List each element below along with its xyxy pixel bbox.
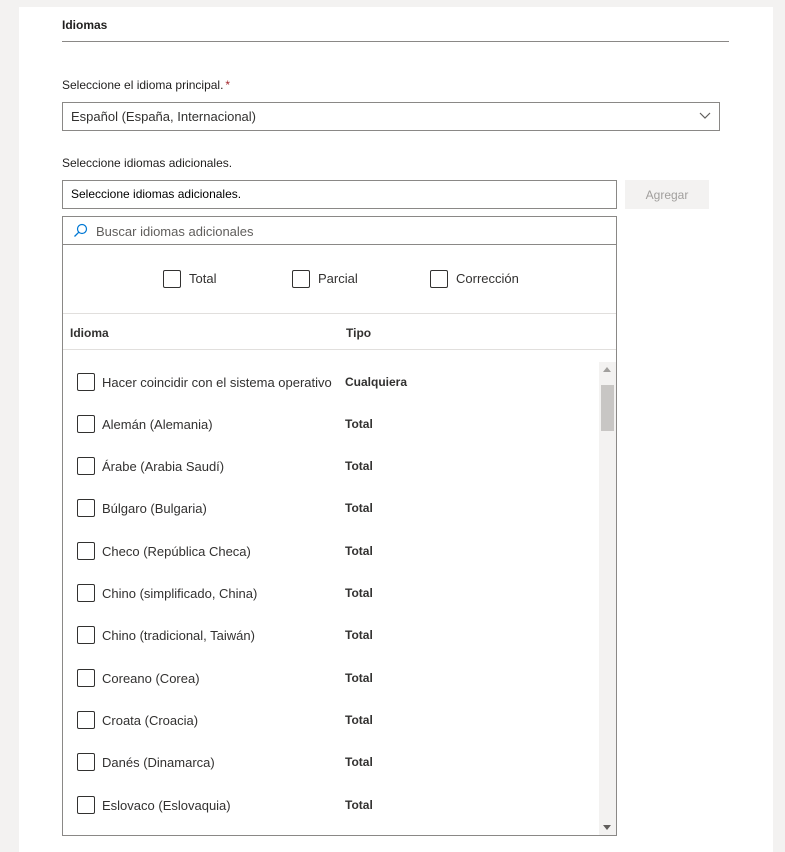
section-divider — [62, 41, 729, 42]
filter-correction-checkbox[interactable] — [430, 270, 448, 288]
languages-panel: Idiomas Seleccione el idioma principal. *… — [19, 7, 773, 852]
language-type: Total — [345, 501, 373, 515]
row-checkbox[interactable] — [77, 626, 95, 644]
scroll-thumb[interactable] — [601, 385, 614, 431]
table-row[interactable]: Alemán (Alemania) Total — [63, 408, 599, 438]
row-checkbox[interactable] — [77, 542, 95, 560]
row-checkbox[interactable] — [77, 753, 95, 771]
scroll-down-arrow-icon[interactable] — [603, 825, 611, 830]
row-checkbox[interactable] — [77, 796, 95, 814]
row-checkbox[interactable] — [77, 415, 95, 433]
primary-language-dropdown[interactable]: Español (España, Internacional) — [62, 102, 720, 131]
language-name: Búlgaro (Bulgaria) — [102, 501, 207, 516]
row-checkbox[interactable] — [77, 584, 95, 602]
primary-language-label: Seleccione el idioma principal. * — [62, 78, 230, 92]
primary-language-value: Español (España, Internacional) — [71, 109, 257, 124]
chevron-down-icon — [699, 112, 711, 119]
filter-total-checkbox[interactable] — [163, 270, 181, 288]
table-row[interactable]: Checo (República Checa) Total — [63, 535, 599, 565]
language-type: Total — [345, 459, 373, 473]
row-checkbox[interactable] — [77, 669, 95, 687]
language-name: Coreano (Corea) — [102, 671, 200, 686]
language-name: Hacer coincidir con el sistema operativo — [102, 375, 332, 390]
column-header-language[interactable]: Idioma — [70, 326, 109, 340]
table-row[interactable]: Croata (Croacia) Total — [63, 704, 599, 734]
filter-total-label: Total — [189, 271, 217, 286]
table-row[interactable]: Árabe (Arabia Saudí) Total — [63, 450, 599, 480]
language-name: Croata (Croacia) — [102, 713, 199, 728]
primary-language-label-text: Seleccione el idioma principal. — [62, 78, 224, 92]
filter-partial-label: Parcial — [318, 271, 358, 286]
table-row[interactable]: Chino (simplificado, China) Total — [63, 577, 599, 607]
language-type: Total — [345, 417, 373, 431]
type-filters: Total Parcial Corrección — [63, 245, 616, 314]
row-checkbox[interactable] — [77, 457, 95, 475]
language-type: Total — [345, 586, 373, 600]
additional-languages-input-value: Seleccione idiomas adicionales. — [71, 187, 242, 201]
scroll-up-arrow-icon[interactable] — [603, 367, 611, 372]
language-type: Total — [345, 755, 373, 769]
language-picker: Buscar idiomas adicionales Total Parcial… — [62, 216, 617, 836]
row-checkbox[interactable] — [77, 499, 95, 517]
language-name: Alemán (Alemania) — [102, 417, 213, 432]
language-name: Chino (tradicional, Taiwán) — [102, 628, 255, 643]
filter-partial-checkbox[interactable] — [292, 270, 310, 288]
language-type: Cualquiera — [345, 375, 408, 389]
language-type: Total — [345, 671, 373, 685]
language-type: Total — [345, 544, 373, 558]
table-row[interactable]: Búlgaro (Bulgaria) Total — [63, 492, 599, 522]
language-name: Danés (Dinamarca) — [102, 755, 215, 770]
language-type: Total — [345, 713, 373, 727]
table-row[interactable]: Eslovaco (Eslovaquia) Total — [63, 789, 599, 819]
table-row[interactable]: Chino (tradicional, Taiwán) Total — [63, 619, 599, 649]
search-input[interactable]: Buscar idiomas adicionales — [63, 217, 616, 245]
table-row[interactable]: Danés (Dinamarca) Total — [63, 746, 599, 776]
language-type: Total — [345, 628, 373, 642]
table-row[interactable]: Coreano (Corea) Total — [63, 662, 599, 692]
language-name: Chino (simplificado, China) — [102, 586, 258, 601]
language-name: Checo (República Checa) — [102, 544, 251, 559]
table-row[interactable]: Hacer coincidir con el sistema operativo… — [63, 366, 599, 396]
section-title: Idiomas — [62, 18, 108, 32]
add-button[interactable]: Agregar — [625, 180, 709, 209]
required-mark: * — [225, 78, 231, 92]
language-name: Eslovaco (Eslovaquia) — [102, 798, 231, 813]
filter-correction-label: Corrección — [456, 271, 519, 286]
additional-languages-input[interactable]: Seleccione idiomas adicionales. — [62, 180, 617, 209]
language-name: Árabe (Arabia Saudí) — [102, 459, 225, 474]
table-header: Idioma Tipo — [63, 314, 616, 350]
column-header-type[interactable]: Tipo — [346, 326, 371, 340]
row-checkbox[interactable] — [77, 711, 95, 729]
language-type: Total — [345, 798, 373, 812]
search-placeholder: Buscar idiomas adicionales — [96, 224, 254, 239]
row-checkbox[interactable] — [77, 373, 95, 391]
additional-languages-label: Seleccione idiomas adicionales. — [62, 156, 233, 170]
search-icon — [74, 223, 88, 237]
list-scrollbar[interactable] — [599, 362, 616, 835]
language-list: Hacer coincidir con el sistema operativo… — [63, 350, 599, 835]
